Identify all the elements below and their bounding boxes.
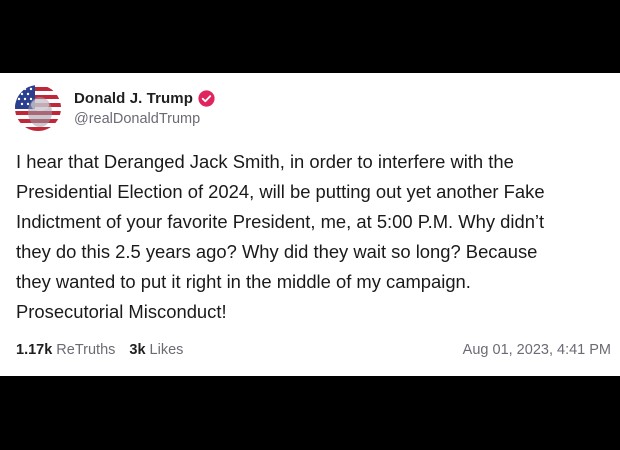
author-handle[interactable]: @realDonaldTrump [74, 111, 200, 127]
post-timestamp[interactable]: Aug 01, 2023, 4:41 PM [463, 342, 611, 358]
retruths-label[interactable]: ReTruths [56, 342, 115, 358]
screenshot-frame: Donald J. Trump @realDonaldTrump I hear … [0, 0, 620, 450]
likes-count[interactable]: 3k [129, 342, 145, 358]
avatar[interactable] [15, 85, 61, 131]
author-name-row: Donald J. Trump [74, 88, 215, 108]
retruths-count[interactable]: 1.17k [16, 342, 52, 358]
post-card: Donald J. Trump @realDonaldTrump I hear … [0, 73, 620, 376]
american-flag-portrait-icon [15, 85, 61, 131]
post-body-text: I hear that Deranged Jack Smith, in orde… [16, 151, 545, 322]
verified-badge-icon [198, 89, 215, 107]
author-display-name[interactable]: Donald J. Trump [74, 90, 193, 107]
likes-label[interactable]: Likes [150, 342, 184, 358]
post-stats: 1.17k ReTruths 3k Likes [16, 342, 183, 358]
